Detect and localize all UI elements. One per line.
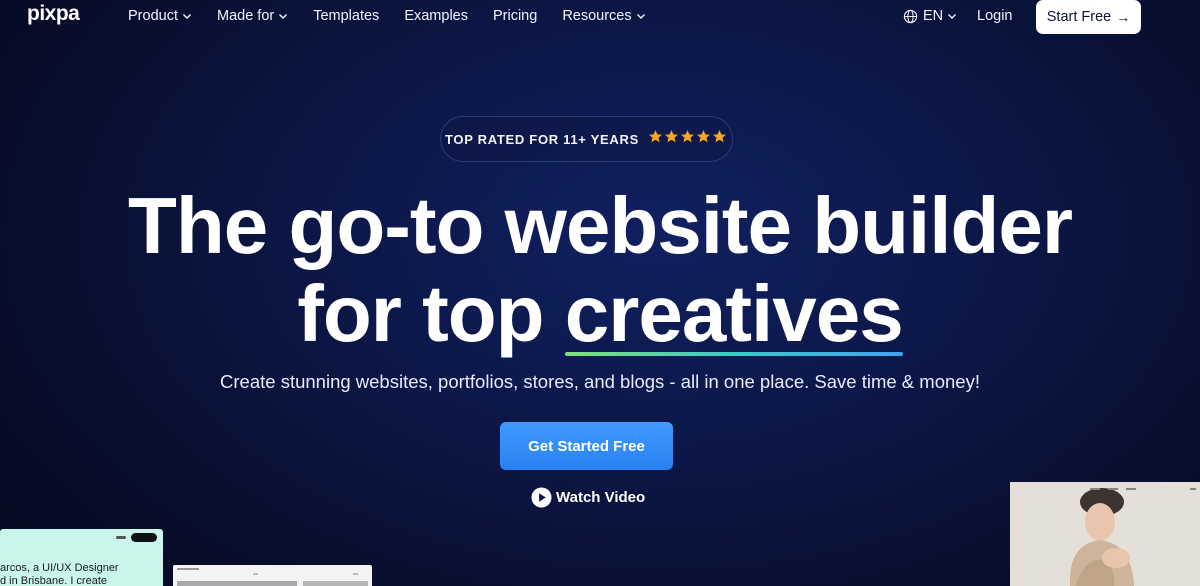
top-rated-badge: TOP RATED FOR 11+ YEARS [440, 116, 733, 162]
hero-highlight-text: creatives [564, 269, 904, 358]
preview-text-line1: arcos, a UI/UX Designer [0, 562, 119, 574]
language-switcher[interactable]: EN [903, 8, 957, 24]
preview-nav-mark [1126, 488, 1136, 490]
chevron-down-icon [636, 14, 645, 19]
arrow-right-icon: → [1116, 9, 1131, 25]
preview-nav-mark [253, 573, 258, 575]
chevron-down-icon [182, 14, 191, 19]
nav-item-label: Examples [404, 8, 468, 24]
nav-item-resources[interactable]: Resources [562, 8, 645, 24]
get-started-free-button[interactable]: Get Started Free [500, 422, 673, 470]
gradient-underline [564, 352, 903, 356]
dashboard-preview-card [173, 565, 372, 586]
preview-nav-mark [353, 573, 358, 575]
nav-item-templates[interactable]: Templates [313, 8, 379, 24]
star-icon [713, 130, 726, 143]
nav-item-examples[interactable]: Examples [404, 8, 468, 24]
chevron-down-icon [279, 14, 288, 19]
preview-menu-mark [1190, 488, 1196, 490]
rating-stars [648, 129, 728, 149]
preview-header-bar [177, 568, 199, 570]
language-label: EN [923, 8, 944, 24]
nav-item-label: Templates [313, 8, 380, 24]
preview-nav-mark [1090, 488, 1100, 490]
preview-text-line2: d in Brisbane. I create [0, 575, 108, 586]
preview-pill-button [131, 533, 157, 542]
start-free-label: Start Free [1046, 9, 1112, 25]
preview-content-bar [303, 581, 368, 586]
language-switcher-wrap: EN [903, 8, 957, 24]
login-link[interactable]: Login [977, 8, 1012, 24]
fashion-preview-card [1010, 482, 1200, 586]
nav-item-pricing[interactable]: Pricing [493, 8, 537, 24]
star-icon [697, 130, 710, 143]
preview-content-bar [177, 581, 297, 586]
top-navigation: pixpa Product Made for Templates Example… [0, 0, 1200, 34]
model-photo [1010, 482, 1200, 586]
globe-icon [903, 9, 918, 23]
play-icon [531, 487, 552, 508]
menu-dots [116, 536, 126, 539]
star-icon [665, 130, 678, 143]
star-icon [681, 130, 694, 143]
nav-item-label: Made for [216, 8, 275, 24]
pixpa-logo[interactable]: pixpa [27, 2, 80, 26]
hero-heading-prefix: for top [297, 269, 565, 358]
watch-video-link[interactable]: Watch Video [531, 487, 645, 508]
nav-links: Product Made for Templates Examples Pric… [128, 8, 671, 24]
hero-subtitle: Create stunning websites, portfolios, st… [220, 371, 980, 392]
hero-heading-line2: for top creatives [0, 268, 1200, 360]
nav-item-label: Resources [562, 8, 632, 24]
start-free-button[interactable]: Start Free → [1036, 0, 1141, 34]
preview-text: arcos, a UI/UX Designer d in Brisbane. I… [0, 562, 163, 586]
nav-item-label: Pricing [492, 8, 538, 24]
hero-heading-line1: The go-to website builder [128, 181, 1073, 270]
nav-item-made-for[interactable]: Made for [217, 8, 288, 24]
preview-nav-mark [1108, 488, 1118, 490]
hero-highlight: creatives [564, 268, 904, 360]
chevron-down-icon [948, 14, 957, 19]
badge-text: TOP RATED FOR 11+ YEARS [445, 131, 639, 147]
nav-item-product[interactable]: Product [128, 8, 192, 24]
portfolio-preview-card: arcos, a UI/UX Designer d in Brisbane. I… [0, 529, 163, 586]
nav-item-label: Product [128, 8, 178, 24]
star-icon [649, 130, 662, 143]
watch-video-label: Watch Video [556, 489, 646, 506]
